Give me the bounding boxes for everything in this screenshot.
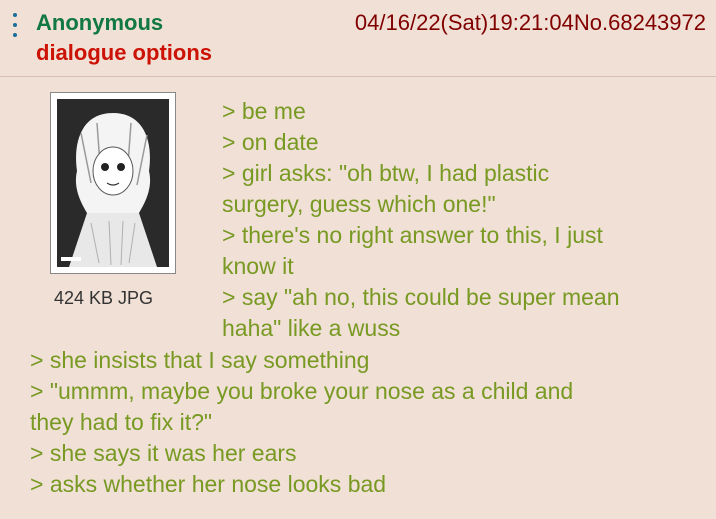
file-thumbnail[interactable] bbox=[50, 92, 176, 274]
file-info: 424 KB JPG bbox=[54, 288, 154, 308]
greentext-line: > "ummm, maybe you broke your nose as a … bbox=[30, 378, 574, 404]
greentext-line: > be me bbox=[222, 98, 306, 124]
post-number[interactable]: No.68243972 bbox=[574, 10, 706, 35]
post-subject: dialogue options bbox=[36, 40, 212, 65]
greentext-line: > asks whether her nose looks bad bbox=[30, 471, 387, 497]
greentext-line: > girl asks: "oh btw, I had plastic bbox=[222, 160, 550, 186]
greentext-line: > she says it was her ears bbox=[30, 440, 297, 466]
post-datetime: 04/16/22(Sat)19:21:04 bbox=[354, 10, 574, 35]
post-header: Anonymous dialogue options 04/16/22(Sat)… bbox=[0, 0, 716, 77]
manga-girl-thumbnail-icon bbox=[51, 93, 175, 273]
greentext-line: haha" like a wuss bbox=[222, 315, 401, 341]
post-meta: 04/16/22(Sat)19:21:04No.68243972 bbox=[355, 10, 706, 36]
greentext-line: > she insists that I say something bbox=[30, 347, 370, 373]
post-menu-icon[interactable] bbox=[8, 13, 22, 37]
poster-name: Anonymous bbox=[36, 10, 164, 35]
greentext-line: > on date bbox=[222, 129, 319, 155]
greentext-line: > there's no right answer to this, I jus… bbox=[222, 222, 603, 248]
greentext-line: > say "ah no, this could be super mean bbox=[222, 284, 620, 310]
greentext-line: they had to fix it?" bbox=[30, 409, 213, 435]
greentext-line: surgery, guess which one!" bbox=[222, 191, 496, 217]
greentext-line: know it bbox=[222, 253, 294, 279]
